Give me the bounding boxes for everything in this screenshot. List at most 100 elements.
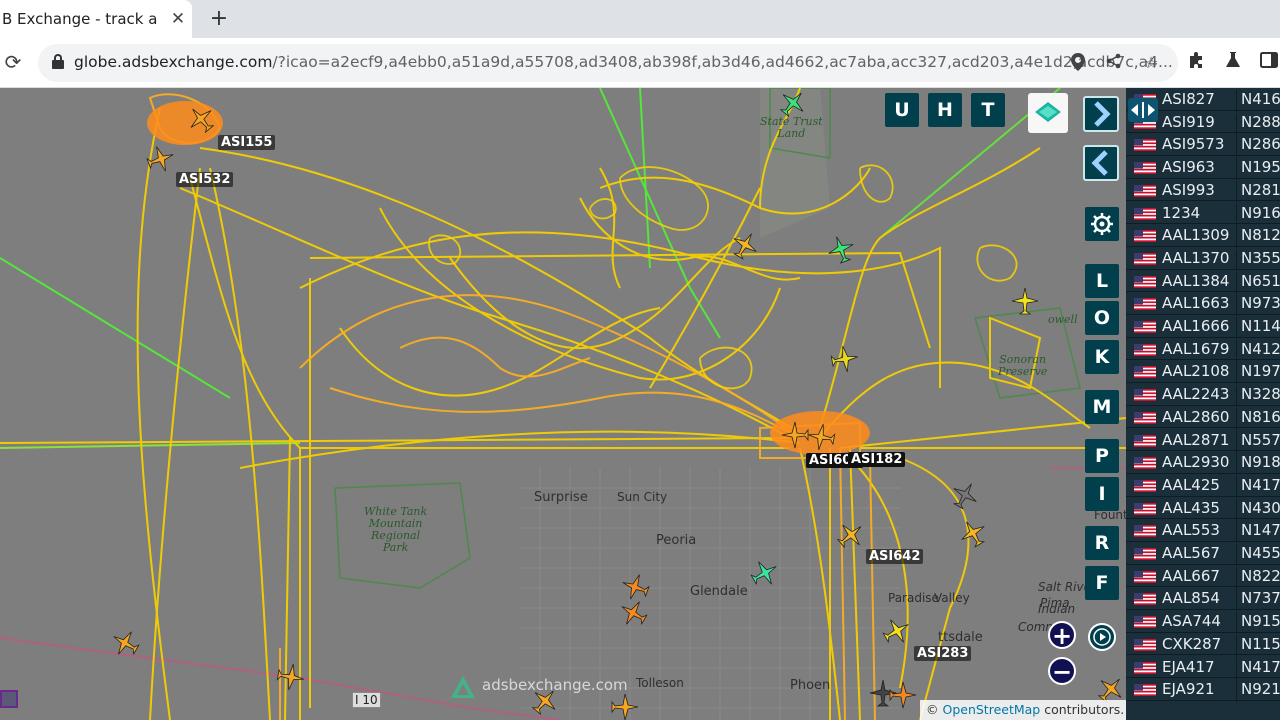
registration-cell: N286 (1236, 135, 1280, 158)
table-row[interactable]: AAL567 N455 (1126, 542, 1280, 566)
button-t[interactable]: T (971, 93, 1005, 127)
table-row[interactable]: AAL1663 N973 (1126, 292, 1280, 317)
park-label-white-tank: White Tank Mountain Regional Park (364, 505, 428, 554)
table-row[interactable]: EJA417 N417 (1126, 656, 1280, 680)
aircraft-label-asi532[interactable]: ASI532 (176, 172, 234, 187)
callsign-cell: AAL2243 (1162, 385, 1230, 404)
registration-cell: N288 (1236, 112, 1280, 135)
table-row[interactable]: AAL667 N822 (1126, 565, 1280, 589)
callsign-cell: ASI9573 (1162, 135, 1225, 154)
lab-flask-icon[interactable] (1222, 51, 1244, 73)
table-row[interactable]: AAL1666 N114 (1126, 315, 1280, 339)
us-flag-icon (1134, 252, 1156, 265)
aircraft-icon-orange-9[interactable] (610, 692, 640, 720)
button-r[interactable]: R (1085, 526, 1119, 560)
place-peoria: Peoria (656, 533, 697, 548)
us-flag-icon (1134, 275, 1156, 288)
table-row[interactable]: AAL2108 N197 (1126, 360, 1280, 385)
zoom-in-button[interactable]: + (1048, 621, 1076, 650)
corner-widget[interactable] (0, 690, 18, 708)
callsign-cell: AAL2871 (1162, 430, 1230, 449)
settings-button[interactable] (1085, 207, 1119, 241)
place-valley: Valley (934, 591, 970, 605)
back-button[interactable] (1083, 145, 1119, 181)
button-l[interactable]: L (1085, 264, 1119, 298)
aircraft-icon-yellow-1[interactable] (1010, 286, 1040, 316)
table-row[interactable]: AAL2860 N816 (1126, 406, 1280, 430)
aircraft-icon-yellow-2[interactable] (828, 342, 863, 377)
table-row[interactable]: AAL553 N147 (1126, 519, 1280, 544)
aircraft-table[interactable]: ASI827 N416 ASI919 N288 ASI9573 N286 ASI963 N19… (1126, 88, 1280, 720)
replay-button[interactable] (1088, 623, 1116, 651)
new-tab-button[interactable]: + (206, 6, 232, 32)
aircraft-label-asi182[interactable]: ASI182 (848, 452, 906, 467)
openstreetmap-link[interactable]: OpenStreetMap (942, 702, 1040, 717)
registration-cell: N355 (1236, 248, 1280, 271)
table-row[interactable]: ASI993 N281 (1126, 179, 1280, 203)
zoom-out-button[interactable]: − (1048, 657, 1076, 686)
url-text[interactable]: globe.adsbexchange.com/?icao=a2ecf9,a4eb… (74, 53, 1173, 71)
aircraft-icon-asi182[interactable] (804, 420, 839, 455)
aircraft-label-asi283[interactable]: ASI283 (914, 646, 972, 661)
extensions-icon[interactable] (1185, 51, 1207, 73)
table-row[interactable]: AAL854 N737 (1126, 587, 1280, 612)
table-row[interactable]: 1234 N916 (1126, 202, 1280, 226)
address-bar[interactable]: globe.adsbexchange.com/?icao=a2ecf9,a4eb… (38, 44, 1178, 82)
button-h[interactable]: H (928, 93, 962, 127)
reload-icon[interactable]: ⟳ (2, 51, 24, 73)
button-o[interactable]: O (1085, 301, 1119, 335)
registration-cell: N114 (1236, 317, 1280, 339)
button-i[interactable]: I (1085, 477, 1119, 511)
place-tolleson: Tolleson (636, 676, 684, 690)
tab-close-icon[interactable]: ✕ (168, 9, 188, 29)
table-row[interactable]: AAL1309 N812 (1126, 224, 1280, 249)
table-row[interactable]: AAL1384 N651 (1126, 270, 1280, 294)
button-p[interactable]: P (1085, 439, 1119, 473)
lock-icon[interactable] (52, 54, 64, 70)
aircraft-label-asi642[interactable]: ASI642 (866, 549, 924, 564)
map-canvas[interactable] (0, 88, 1126, 720)
adsbexchange-logo-icon (451, 676, 475, 698)
callsign-cell: AAL2930 (1162, 453, 1230, 472)
table-row[interactable]: AAL1679 N412 (1126, 338, 1280, 362)
table-row[interactable]: AAL425 N417 (1126, 474, 1280, 498)
aircraft-icon-orange-7[interactable] (888, 680, 918, 710)
aircraft-icon-orange-6[interactable] (274, 660, 309, 695)
us-flag-icon (1134, 298, 1156, 311)
tab-adsbexchange[interactable]: B Exchange - track a ✕ (0, 0, 192, 38)
registration-cell: N281 (1236, 180, 1280, 203)
table-row[interactable]: CXK287 N115 (1126, 633, 1280, 657)
panel-resize-handle[interactable] (1128, 98, 1158, 122)
table-row[interactable]: AAL435 N430 (1126, 497, 1280, 521)
table-row[interactable]: AAL2871 N557 (1126, 429, 1280, 453)
layers-button[interactable] (1028, 93, 1068, 133)
registration-cell: N557 (1236, 430, 1280, 453)
table-row[interactable]: AAL2243 N328 (1126, 383, 1280, 408)
share-icon[interactable] (1104, 53, 1124, 73)
sidepanel-icon[interactable] (1258, 51, 1280, 73)
bookmark-star-icon[interactable]: ☆ (1141, 53, 1161, 73)
table-row[interactable]: ASA744 N915 (1126, 610, 1280, 635)
callsign-cell: AAL2860 (1162, 407, 1230, 426)
registration-cell: N737 (1236, 589, 1280, 612)
table-row[interactable]: AAL2930 N918 (1126, 451, 1280, 476)
button-u[interactable]: U (885, 93, 919, 127)
button-f[interactable]: F (1085, 566, 1119, 600)
place-paradise: Paradise (888, 591, 939, 605)
flight-map[interactable]: State Trust Land White Tank Mountain Region… (0, 88, 1126, 720)
place-indian: Indian (1038, 602, 1076, 616)
table-row[interactable]: AAL1370 N355 (1126, 247, 1280, 271)
button-k[interactable]: K (1085, 340, 1119, 374)
button-m[interactable]: M (1085, 390, 1119, 424)
aircraft-label-asi155[interactable]: ASI155 (218, 135, 276, 150)
registration-cell: N455 (1236, 544, 1280, 566)
forward-button[interactable] (1083, 96, 1119, 132)
map-attribution: © OpenStreetMap contributors. (920, 700, 1126, 720)
place-sun-city: Sun City (617, 490, 668, 504)
location-pin-icon[interactable] (1068, 53, 1088, 73)
table-row[interactable]: ASI963 N195 (1126, 156, 1280, 181)
registration-cell: N417 (1236, 657, 1280, 680)
table-row[interactable]: ASI9573 N286 (1126, 133, 1280, 158)
table-row[interactable]: EJA921 N921 (1126, 678, 1280, 703)
callsign-cell: AAL1370 (1162, 248, 1230, 267)
